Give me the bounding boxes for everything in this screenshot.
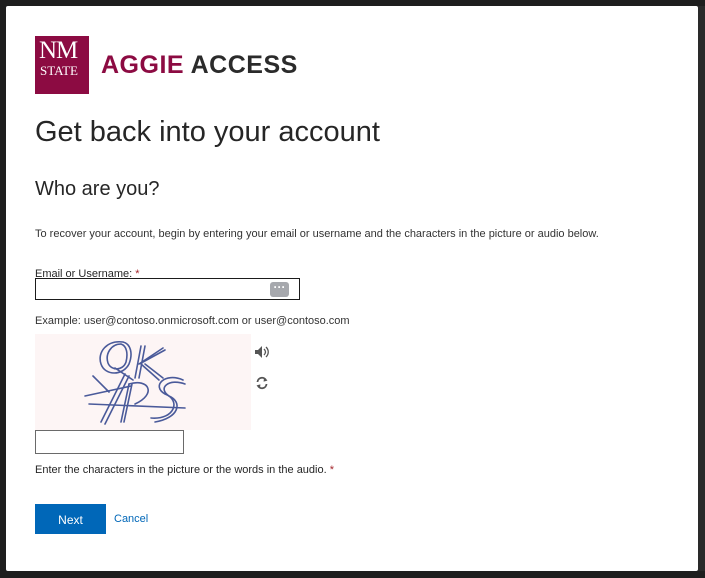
page-title: Get back into your account [35, 116, 380, 148]
logo-state-text: STATE [40, 63, 78, 78]
brand-wordmark: AGGIE ACCESS [101, 51, 298, 80]
nm-state-logo: NM STATE [35, 36, 89, 94]
refresh-icon[interactable] [255, 376, 269, 390]
captcha-image [35, 334, 251, 430]
brand-logo: NM STATE AGGIE ACCESS [35, 36, 298, 94]
page-subtitle: Who are you? [35, 178, 160, 200]
captcha-graphic [84, 341, 186, 425]
window-edge [698, 6, 705, 571]
brand-name-aggie: AGGIE [101, 50, 185, 79]
recovery-panel: NM STATE AGGIE ACCESS Get back into your… [6, 6, 698, 571]
required-marker: * [329, 464, 335, 476]
captcha-hint-text: Enter the characters in the picture or t… [35, 464, 327, 476]
brand-name-access: ACCESS [190, 50, 298, 79]
ellipsis-icon[interactable]: ··· [270, 281, 289, 297]
instructions-text: To recover your account, begin by enteri… [35, 228, 599, 240]
captcha-input[interactable] [35, 430, 184, 454]
next-button[interactable]: Next [35, 504, 106, 534]
captcha-hint: Enter the characters in the picture or t… [35, 464, 334, 476]
cancel-link[interactable]: Cancel [114, 513, 148, 525]
speaker-icon[interactable] [254, 345, 270, 359]
email-input[interactable] [35, 278, 300, 300]
logo-nm-text: NM [39, 37, 78, 64]
email-example: Example: user@contoso.onmicrosoft.com or… [35, 315, 350, 327]
